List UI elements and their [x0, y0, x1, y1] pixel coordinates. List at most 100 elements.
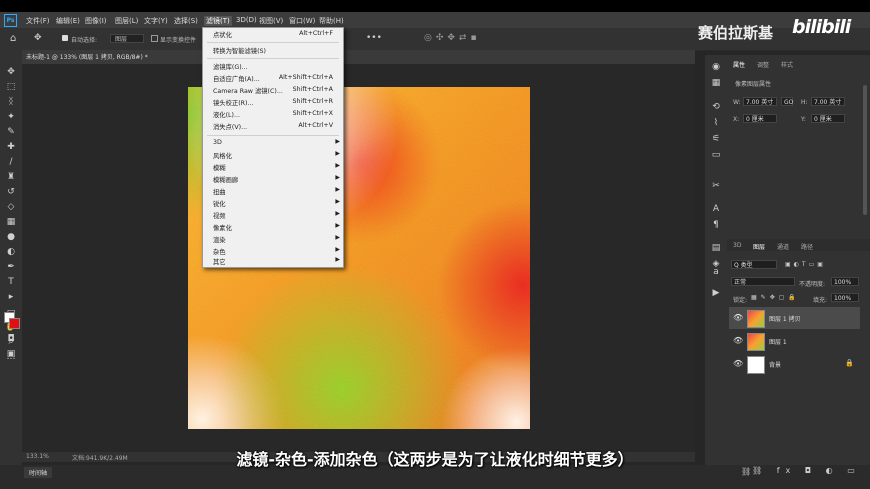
3d-mode-icons[interactable]: ◎✣✥⇄▪ — [424, 33, 481, 43]
tab-3d[interactable]: 3D — [733, 242, 741, 249]
visibility-eye-icon[interactable]: 👁 — [733, 313, 743, 322]
layers-footer-icons[interactable]: ⛓ fx ◘ ◐ ▭ ⊞ 🗑 — [752, 466, 870, 475]
marquee-tool-icon[interactable]: ⬚ — [5, 81, 17, 93]
layer-row-layer1-copy[interactable]: 👁 图层 1 拷贝 — [729, 307, 860, 329]
character-icon[interactable]: A — [710, 203, 722, 215]
height-field[interactable]: 7.00 英寸 — [811, 97, 845, 106]
quick-mask-icon[interactable]: ◘ — [5, 333, 17, 345]
lock-icons[interactable]: ▦✎✥▢🔒 — [751, 294, 800, 301]
layer-row-layer1[interactable]: 👁 图层 1 — [729, 330, 860, 352]
submenu-stylize[interactable]: 风格化 ▶ — [203, 150, 343, 161]
type-tool-icon[interactable]: T — [5, 276, 17, 288]
blend-mode-dropdown[interactable]: 正常 — [731, 277, 795, 286]
x-field[interactable]: 0 厘米 — [743, 114, 777, 123]
menu-item-camera-raw[interactable]: Camera Raw 滤镜(C)... Shift+Ctrl+A — [203, 85, 343, 96]
stamp-tool-icon[interactable]: ♜ — [5, 171, 17, 183]
move-tool-icon[interactable]: ✥ — [34, 33, 42, 43]
layer-filter-icons[interactable]: ▣◐T▭▣ — [785, 261, 826, 268]
menu-item-lens-correction[interactable]: 镜头校正(R)... Shift+Ctrl+R — [203, 97, 343, 108]
width-field[interactable]: 7.00 英寸 — [743, 97, 777, 106]
submenu-distort[interactable]: 扭曲 ▶ — [203, 186, 343, 197]
menu-item-last-filter[interactable]: 点状化 Alt+Ctrl+F — [203, 29, 343, 40]
info-icon[interactable]: ▭ — [710, 149, 722, 161]
home-icon[interactable]: ⌂ — [10, 33, 16, 44]
menu-item-filter-gallery[interactable]: 滤镜库(G)... — [203, 61, 343, 72]
tab-layers[interactable]: 图层 — [753, 242, 765, 251]
libraries-icon[interactable]: ▤ — [710, 242, 722, 254]
tab-adjustments[interactable]: 调整 — [757, 60, 769, 69]
gradient-tool-icon[interactable]: ▦ — [5, 216, 17, 228]
move-tool-icon[interactable]: ✥ — [5, 66, 17, 78]
screen-mode-icon[interactable]: ▣ — [5, 348, 17, 360]
submenu-blur[interactable]: 模糊 ▶ — [203, 162, 343, 173]
more-icon[interactable]: ••• — [366, 33, 382, 43]
tab-styles[interactable]: 样式 — [781, 60, 793, 69]
menu-edit[interactable]: 编辑(E) — [56, 16, 80, 26]
submenu-blur-gallery[interactable]: 模糊画廊 ▶ — [203, 174, 343, 185]
link-dimensions-button[interactable]: GO — [781, 97, 793, 106]
opacity-field[interactable]: 100% — [831, 277, 859, 286]
watermark-text: 赛伯拉斯基 — [698, 24, 774, 42]
w-label: W: — [733, 99, 741, 106]
submenu-other[interactable]: 其它 ▶ — [203, 256, 343, 267]
menu-layer[interactable]: 图层(L) — [115, 16, 138, 26]
visibility-eye-icon[interactable]: 👁 — [733, 336, 743, 345]
show-transform-label: 显示变换控件 — [160, 37, 197, 44]
history-brush-icon[interactable]: ↺ — [5, 186, 17, 198]
document-tab[interactable]: 未标题-1 @ 133% (图层 1 拷贝, RGB/8#) * — [26, 52, 148, 61]
magic-wand-icon[interactable]: ✦ — [5, 111, 17, 123]
auto-select-dropdown[interactable]: 图层 — [110, 34, 144, 43]
layer-name: 图层 1 拷贝 — [769, 316, 801, 323]
eyedropper-icon[interactable]: ✎ — [5, 126, 17, 138]
blur-tool-icon[interactable]: ● — [5, 231, 17, 243]
dodge-tool-icon[interactable]: ◐ — [5, 246, 17, 258]
lasso-tool-icon[interactable]: ᛝ — [5, 96, 17, 108]
menu-item-adaptive-wide-angle[interactable]: 自适应广角(A)... Alt+Shift+Ctrl+A — [203, 73, 343, 84]
adjust-icon[interactable]: ⚟ — [710, 133, 722, 145]
lock-icon: 🔒 — [845, 359, 854, 367]
menu-image[interactable]: 图像(I) — [85, 16, 107, 26]
background-color-swatch[interactable] — [9, 318, 20, 329]
fill-field[interactable]: 100% — [831, 293, 859, 302]
menu-item-vanishing-point[interactable]: 消失点(V)... Alt+Ctrl+V — [203, 121, 343, 132]
menu-filter[interactable]: 滤镜(T) — [204, 16, 232, 26]
submenu-pixelate[interactable]: 像素化 ▶ — [203, 222, 343, 233]
tab-properties[interactable]: 属性 — [733, 60, 745, 69]
paragraph-icon[interactable]: ¶ — [710, 219, 722, 231]
heal-brush-icon[interactable]: ✚ — [5, 141, 17, 153]
layer-kind-filter[interactable]: Q 类型 — [731, 260, 777, 269]
properties-scrollbar[interactable] — [863, 85, 867, 215]
color-icon[interactable]: ◉ — [710, 61, 722, 73]
pen-tool-icon[interactable]: ✒ — [5, 261, 17, 273]
menu-type[interactable]: 文字(Y) — [144, 16, 168, 26]
submenu-render[interactable]: 渲染 ▶ — [203, 234, 343, 245]
actions-icon[interactable]: ▶ — [710, 287, 722, 299]
eraser-tool-icon[interactable]: ◇ — [5, 201, 17, 213]
visibility-eye-icon[interactable]: 👁 — [733, 359, 743, 368]
swatches-icon[interactable]: ▦ — [710, 77, 722, 89]
submenu-sharpen[interactable]: 锐化 ▶ — [203, 198, 343, 209]
tab-channels[interactable]: 通道 — [777, 242, 789, 251]
menu-item-liquify[interactable]: 液化(L)... Shift+Ctrl+X — [203, 109, 343, 120]
menu-file[interactable]: 文件(F) — [26, 16, 50, 26]
menu-window[interactable]: 窗口(W) — [289, 16, 315, 26]
menu-3d[interactable]: 3D(D) — [236, 16, 257, 24]
history-icon[interactable]: ⟲ — [710, 101, 722, 113]
menu-item-convert-smart-filter[interactable]: 转换为智能滤镜(S) — [203, 45, 343, 56]
submenu-3d[interactable]: 3D ▶ — [203, 138, 343, 149]
auto-select-checkbox[interactable] — [62, 35, 68, 41]
tools-icon[interactable]: ✂ — [710, 180, 722, 192]
menu-view[interactable]: 视图(V) — [259, 16, 283, 26]
y-field[interactable]: 0 厘米 — [811, 114, 845, 123]
show-transform-checkbox[interactable] — [151, 35, 158, 42]
layer-row-background[interactable]: 👁 背景 🔒 — [729, 353, 860, 375]
tab-paths[interactable]: 路径 — [801, 242, 813, 251]
brush-tool-icon[interactable]: / — [5, 156, 17, 168]
link-layers-icon[interactable]: ⛓ — [741, 467, 751, 476]
path-select-icon[interactable]: ▸ — [5, 291, 17, 303]
brush-settings-icon[interactable]: ⌇ — [710, 117, 722, 129]
glyphs-icon[interactable]: a — [710, 266, 722, 278]
menu-select[interactable]: 选择(S) — [174, 16, 198, 26]
menu-help[interactable]: 帮助(H) — [319, 16, 344, 26]
submenu-video[interactable]: 视频 ▶ — [203, 210, 343, 221]
